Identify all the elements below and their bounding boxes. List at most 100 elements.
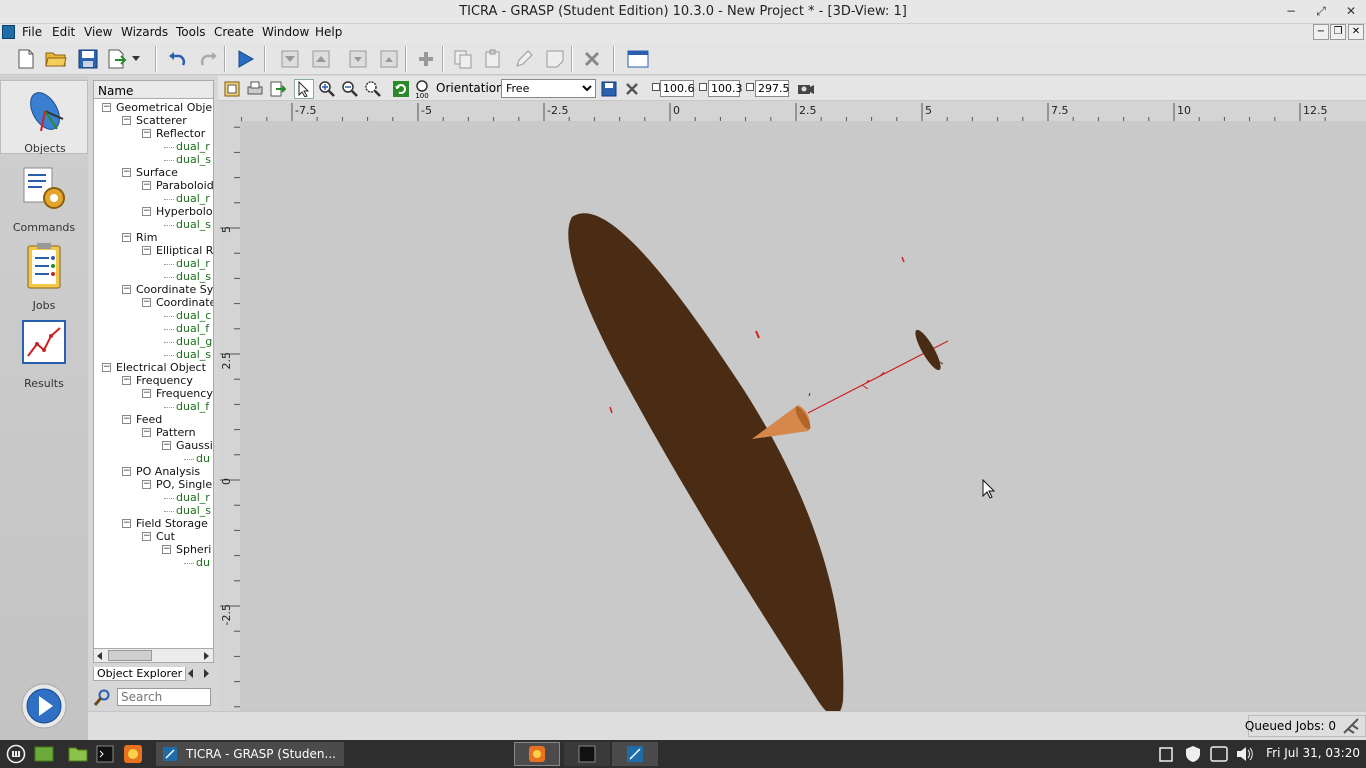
main-reflector[interactable] — [568, 213, 844, 711]
scroll-right-icon[interactable] — [202, 652, 210, 660]
move-up-icon[interactable] — [377, 47, 401, 71]
minimize-button[interactable]: − — [1280, 2, 1302, 20]
tree-node[interactable]: dual_f — [176, 400, 209, 413]
tree-node[interactable]: dual_r — [176, 491, 210, 504]
save-icon[interactable] — [76, 47, 100, 71]
3d-viewport[interactable] — [240, 121, 1366, 711]
tree-expand-icon[interactable]: − — [142, 298, 151, 307]
tree-expand-icon[interactable]: − — [122, 116, 131, 125]
tree-node[interactable]: Hyperboloi — [156, 205, 213, 218]
network-icon[interactable] — [1208, 742, 1230, 766]
tree-node[interactable]: Geometrical Objec — [116, 101, 213, 114]
run-icon[interactable] — [233, 47, 257, 71]
delete-icon[interactable] — [580, 47, 604, 71]
sub-reflector[interactable] — [911, 327, 944, 373]
sidebar-item-objects[interactable]: Objects — [0, 80, 88, 155]
camera-icon[interactable] — [796, 79, 816, 99]
refresh-icon[interactable] — [391, 79, 411, 99]
menu-file[interactable]: File — [22, 25, 42, 39]
sidebar-item-results[interactable]: Results — [0, 316, 88, 390]
sidebar-item-commands[interactable]: Commands — [0, 160, 88, 234]
export-icon[interactable] — [106, 47, 130, 71]
select-pointer-icon[interactable] — [294, 79, 314, 99]
tree-expand-icon[interactable]: − — [142, 246, 151, 255]
orientation-select[interactable]: Free — [501, 79, 596, 98]
tree-node[interactable]: PO, Single — [156, 478, 212, 491]
zoom-in-icon[interactable] — [317, 79, 337, 99]
tree-node[interactable]: Pattern — [156, 426, 196, 439]
move-bottom-icon[interactable] — [278, 47, 302, 71]
run-button[interactable] — [0, 682, 88, 730]
tree-expand-icon[interactable]: − — [122, 415, 131, 424]
tree-node[interactable]: Frequency — [156, 387, 213, 400]
taskbar-preview-firefox[interactable] — [514, 742, 560, 766]
view-field-1[interactable]: 100.6 — [660, 80, 695, 97]
tree-node[interactable]: dual_s — [176, 270, 211, 283]
taskbar-preview-terminal[interactable] — [564, 742, 610, 766]
tree-expand-icon[interactable]: − — [162, 441, 171, 450]
tree-expand-icon[interactable]: − — [142, 480, 151, 489]
tree-node[interactable]: Cut — [156, 530, 175, 543]
export-dropdown-icon[interactable] — [128, 47, 144, 71]
terminal-icon[interactable] — [94, 742, 116, 766]
tab-scroll-right-icon[interactable] — [202, 669, 210, 678]
close-button[interactable]: ✕ — [1340, 2, 1362, 20]
paste-icon[interactable] — [481, 47, 505, 71]
tree-expand-icon[interactable]: − — [142, 532, 151, 541]
tree-node[interactable]: Elliptical R — [156, 244, 213, 257]
note-icon[interactable] — [543, 47, 567, 71]
tree-node[interactable]: dual_c — [176, 309, 211, 322]
tree-node[interactable]: Field Storage — [136, 517, 208, 530]
tree-expand-icon[interactable]: − — [102, 363, 111, 372]
tree-expand-icon[interactable]: − — [142, 181, 151, 190]
scroll-thumb[interactable] — [108, 650, 152, 661]
tree-expand-icon[interactable]: − — [142, 207, 151, 216]
undo-icon[interactable] — [166, 47, 190, 71]
tree-expand-icon[interactable]: − — [122, 376, 131, 385]
tree-node[interactable]: dual_s — [176, 348, 211, 361]
tree-expand-icon[interactable]: − — [102, 103, 111, 112]
copy-icon[interactable] — [451, 47, 475, 71]
tree-node[interactable]: Frequency — [136, 374, 193, 387]
tree-node[interactable]: dual_g — [176, 335, 212, 348]
move-top-icon[interactable] — [309, 47, 333, 71]
tree-node[interactable]: dual_r — [176, 140, 210, 153]
field2-checkbox[interactable] — [699, 83, 707, 91]
add-icon[interactable] — [414, 47, 438, 71]
tree-expand-icon[interactable]: − — [122, 233, 131, 242]
clipboard-tray-icon[interactable] — [1156, 742, 1176, 766]
edit-icon[interactable] — [512, 47, 536, 71]
mdi-close-icon[interactable]: ✕ — [1348, 24, 1364, 40]
scroll-left-icon[interactable] — [96, 652, 104, 660]
tab-scroll-left-icon[interactable] — [187, 669, 195, 678]
new-file-icon[interactable] — [14, 47, 38, 71]
zoom-region-icon[interactable] — [363, 79, 383, 99]
tree-expand-icon[interactable]: − — [122, 168, 131, 177]
menu-view[interactable]: View — [84, 25, 112, 39]
tree-node[interactable]: dual_f — [176, 322, 209, 335]
window-layout-icon[interactable] — [626, 47, 650, 71]
tree-node[interactable]: Reflector — [156, 127, 205, 140]
tree-node[interactable]: Coordinate — [156, 296, 213, 309]
menu-wizards[interactable]: Wizards — [121, 25, 168, 39]
tree-expand-icon[interactable]: − — [142, 129, 151, 138]
menu-create[interactable]: Create — [214, 25, 254, 39]
tree-expand-icon[interactable]: − — [122, 285, 131, 294]
view-field-2[interactable]: 100.3 — [708, 80, 743, 97]
tree-node[interactable]: PO Analysis — [136, 465, 200, 478]
tab-object-explorer[interactable]: Object Explorer — [93, 667, 187, 681]
search-input[interactable] — [117, 688, 211, 706]
tree-node[interactable]: dual_r — [176, 192, 210, 205]
mdi-minimize-icon[interactable]: − — [1313, 24, 1329, 40]
delete-view-icon[interactable] — [622, 79, 642, 99]
menu-help[interactable]: Help — [315, 25, 342, 39]
taskbar-preview-grasp[interactable] — [612, 742, 658, 766]
firefox-icon[interactable] — [122, 742, 144, 766]
tree-horizontal-scrollbar[interactable] — [93, 648, 214, 663]
mdi-restore-icon[interactable]: ❐ — [1330, 24, 1346, 40]
start-menu-icon[interactable] — [4, 742, 28, 766]
tree-expand-icon[interactable]: − — [162, 545, 171, 554]
tree-node[interactable]: Paraboloid — [156, 179, 213, 192]
tree-expand-icon[interactable]: − — [142, 389, 151, 398]
app-icon[interactable] — [2, 25, 15, 39]
